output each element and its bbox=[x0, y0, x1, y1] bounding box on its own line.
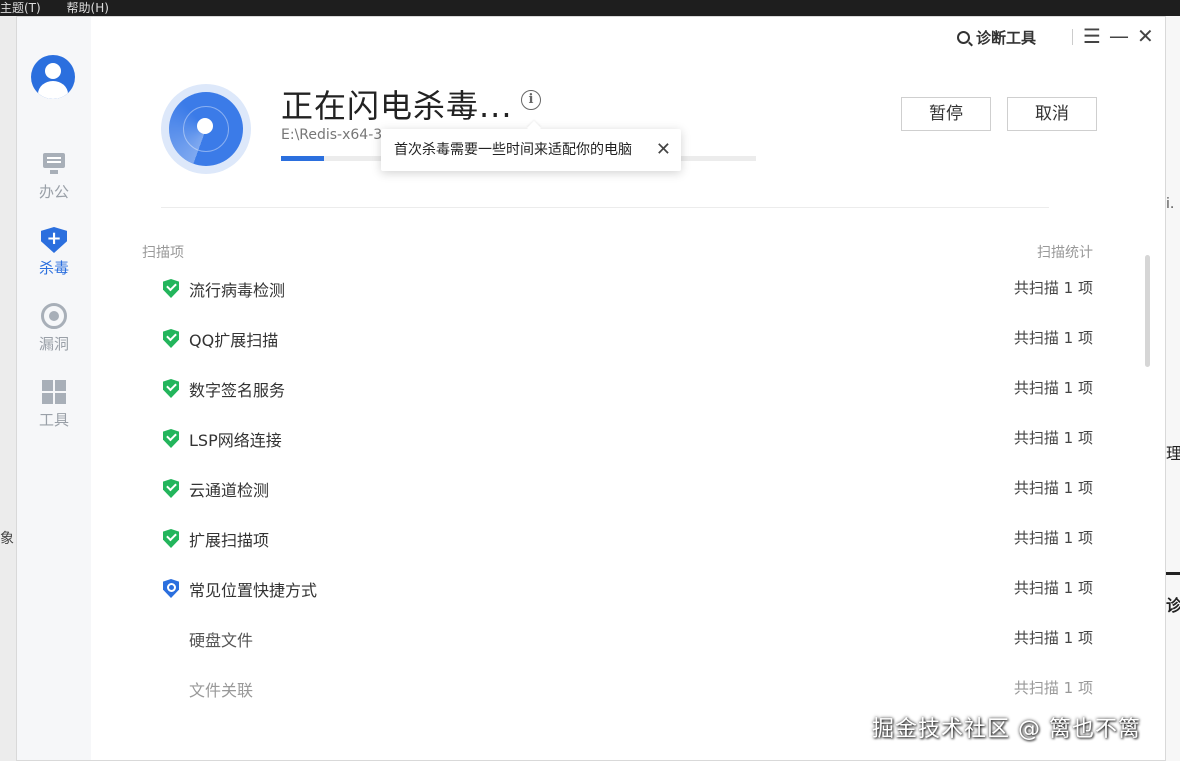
check-shield-icon bbox=[163, 479, 179, 498]
scanning-shield-icon bbox=[163, 579, 179, 598]
scan-title: 正在闪电杀毒... bbox=[281, 87, 513, 125]
avatar-head bbox=[45, 63, 61, 79]
background-right-text-3: 诊 bbox=[1166, 596, 1180, 615]
scan-item-row: 硬盘文件 共扫描 1 项 bbox=[163, 615, 1093, 665]
watermark: 掘金技术社区 @ 篱也不篱 bbox=[872, 717, 1141, 742]
scan-item-name: 文件关联 bbox=[189, 681, 254, 700]
scan-item-row: 云通道检测 共扫描 1 项 bbox=[163, 465, 1093, 515]
scan-item-stat: 共扫描 1 项 bbox=[1013, 379, 1093, 397]
user-avatar[interactable] bbox=[31, 55, 75, 99]
sidebar-item-label: 工具 bbox=[38, 411, 69, 429]
scan-item-row: LSP网络连接 共扫描 1 项 bbox=[163, 415, 1093, 465]
background-menubar: 主题(T) 帮助(H) bbox=[0, 0, 1180, 16]
scan-item-name: QQ扩展扫描 bbox=[189, 331, 279, 350]
background-left-text: 象 bbox=[0, 531, 14, 547]
monitor-icon bbox=[41, 151, 67, 177]
scan-item-stat: 共扫描 1 项 bbox=[1013, 279, 1093, 297]
shield-icon bbox=[41, 227, 67, 253]
scan-item-stat: 共扫描 1 项 bbox=[1013, 529, 1093, 547]
scan-item-name: LSP网络连接 bbox=[189, 431, 282, 450]
sidebar-item-label: 漏洞 bbox=[38, 335, 69, 353]
avatar-body bbox=[38, 81, 68, 99]
scan-current-path: E:\Redis-x64-3 bbox=[281, 127, 383, 143]
sidebar-item-antivirus[interactable]: 杀毒 bbox=[17, 227, 91, 293]
minimize-icon[interactable]: — bbox=[1109, 23, 1129, 49]
scan-item-stat: 共扫描 1 项 bbox=[1013, 679, 1093, 697]
scan-progress-fill bbox=[281, 156, 324, 161]
sidebar-item-vulnerability[interactable]: 漏洞 bbox=[17, 303, 91, 369]
background-right-divider bbox=[1166, 572, 1180, 575]
menu-icon[interactable]: ☰ bbox=[1083, 23, 1101, 49]
scan-item-stat: 共扫描 1 项 bbox=[1013, 629, 1093, 647]
magnifier-icon bbox=[957, 31, 970, 44]
tooltip-close-icon[interactable]: ✕ bbox=[656, 129, 671, 171]
scan-item-name: 云通道检测 bbox=[189, 481, 270, 500]
tools-grid-icon bbox=[41, 379, 67, 405]
background-right-panel: i. 理 诊 bbox=[1166, 16, 1180, 761]
scan-item-row: 流行病毒检测 共扫描 1 项 bbox=[163, 265, 1093, 315]
column-header-scan-item: 扫描项 bbox=[142, 245, 184, 261]
background-menu-theme[interactable]: 主题(T) bbox=[0, 1, 41, 15]
list-scrollbar[interactable] bbox=[1145, 255, 1150, 367]
check-shield-icon bbox=[163, 429, 179, 448]
info-icon[interactable]: i bbox=[521, 90, 541, 110]
header-divider bbox=[161, 207, 1049, 208]
titlebar-divider bbox=[1072, 29, 1073, 45]
scan-item-row: 文件关联 共扫描 1 项 bbox=[163, 665, 1093, 715]
cancel-button[interactable]: 取消 bbox=[1007, 97, 1097, 131]
scan-item-row: 数字签名服务 共扫描 1 项 bbox=[163, 365, 1093, 415]
background-right-text-1: i. bbox=[1166, 196, 1175, 212]
scan-item-row: QQ扩展扫描 共扫描 1 项 bbox=[163, 315, 1093, 365]
check-shield-icon bbox=[163, 529, 179, 548]
sidebar-item-label: 办公 bbox=[38, 183, 69, 201]
diagnose-tools-button[interactable]: 诊断工具 bbox=[957, 27, 1036, 48]
first-scan-tooltip: 首次杀毒需要一些时间来适配你的电脑 ✕ bbox=[381, 129, 681, 171]
background-right-text-2: 理 bbox=[1166, 444, 1180, 463]
scan-item-name: 扩展扫描项 bbox=[189, 531, 270, 550]
sidebar-item-office[interactable]: 办公 bbox=[17, 151, 91, 217]
scan-item-stat: 共扫描 1 项 bbox=[1013, 429, 1093, 447]
radar-scan-icon bbox=[161, 84, 251, 174]
scan-item-name: 硬盘文件 bbox=[189, 631, 254, 650]
sidebar: 办公 杀毒 漏洞 工具 bbox=[17, 17, 91, 760]
scan-item-stat: 共扫描 1 项 bbox=[1013, 579, 1093, 597]
scan-item-row: 扩展扫描项 共扫描 1 项 bbox=[163, 515, 1093, 565]
scan-item-name: 流行病毒检测 bbox=[189, 281, 286, 300]
close-icon[interactable]: ✕ bbox=[1137, 23, 1154, 49]
scan-item-name: 数字签名服务 bbox=[189, 381, 286, 400]
scan-item-stat: 共扫描 1 项 bbox=[1013, 329, 1093, 347]
vulnerability-icon bbox=[41, 303, 67, 329]
scan-item-name: 常见位置快捷方式 bbox=[189, 581, 318, 600]
column-header-scan-stats: 扫描统计 bbox=[1037, 245, 1093, 261]
pause-button[interactable]: 暂停 bbox=[901, 97, 991, 131]
check-shield-icon bbox=[163, 329, 179, 348]
diagnose-tools-label: 诊断工具 bbox=[976, 29, 1037, 47]
sidebar-item-label: 杀毒 bbox=[38, 259, 69, 277]
sidebar-item-tools[interactable]: 工具 bbox=[17, 379, 91, 445]
scan-item-stat: 共扫描 1 项 bbox=[1013, 479, 1093, 497]
antivirus-window: 办公 杀毒 漏洞 工具 诊断工具 ☰ — ✕ bbox=[16, 16, 1166, 761]
check-shield-icon bbox=[163, 379, 179, 398]
tooltip-text: 首次杀毒需要一些时间来适配你的电脑 bbox=[394, 142, 632, 158]
check-shield-icon bbox=[163, 279, 179, 298]
scan-item-row: 常见位置快捷方式 共扫描 1 项 bbox=[163, 565, 1093, 615]
background-left-panel: 象 bbox=[0, 16, 16, 761]
background-menu-help[interactable]: 帮助(H) bbox=[67, 1, 109, 15]
